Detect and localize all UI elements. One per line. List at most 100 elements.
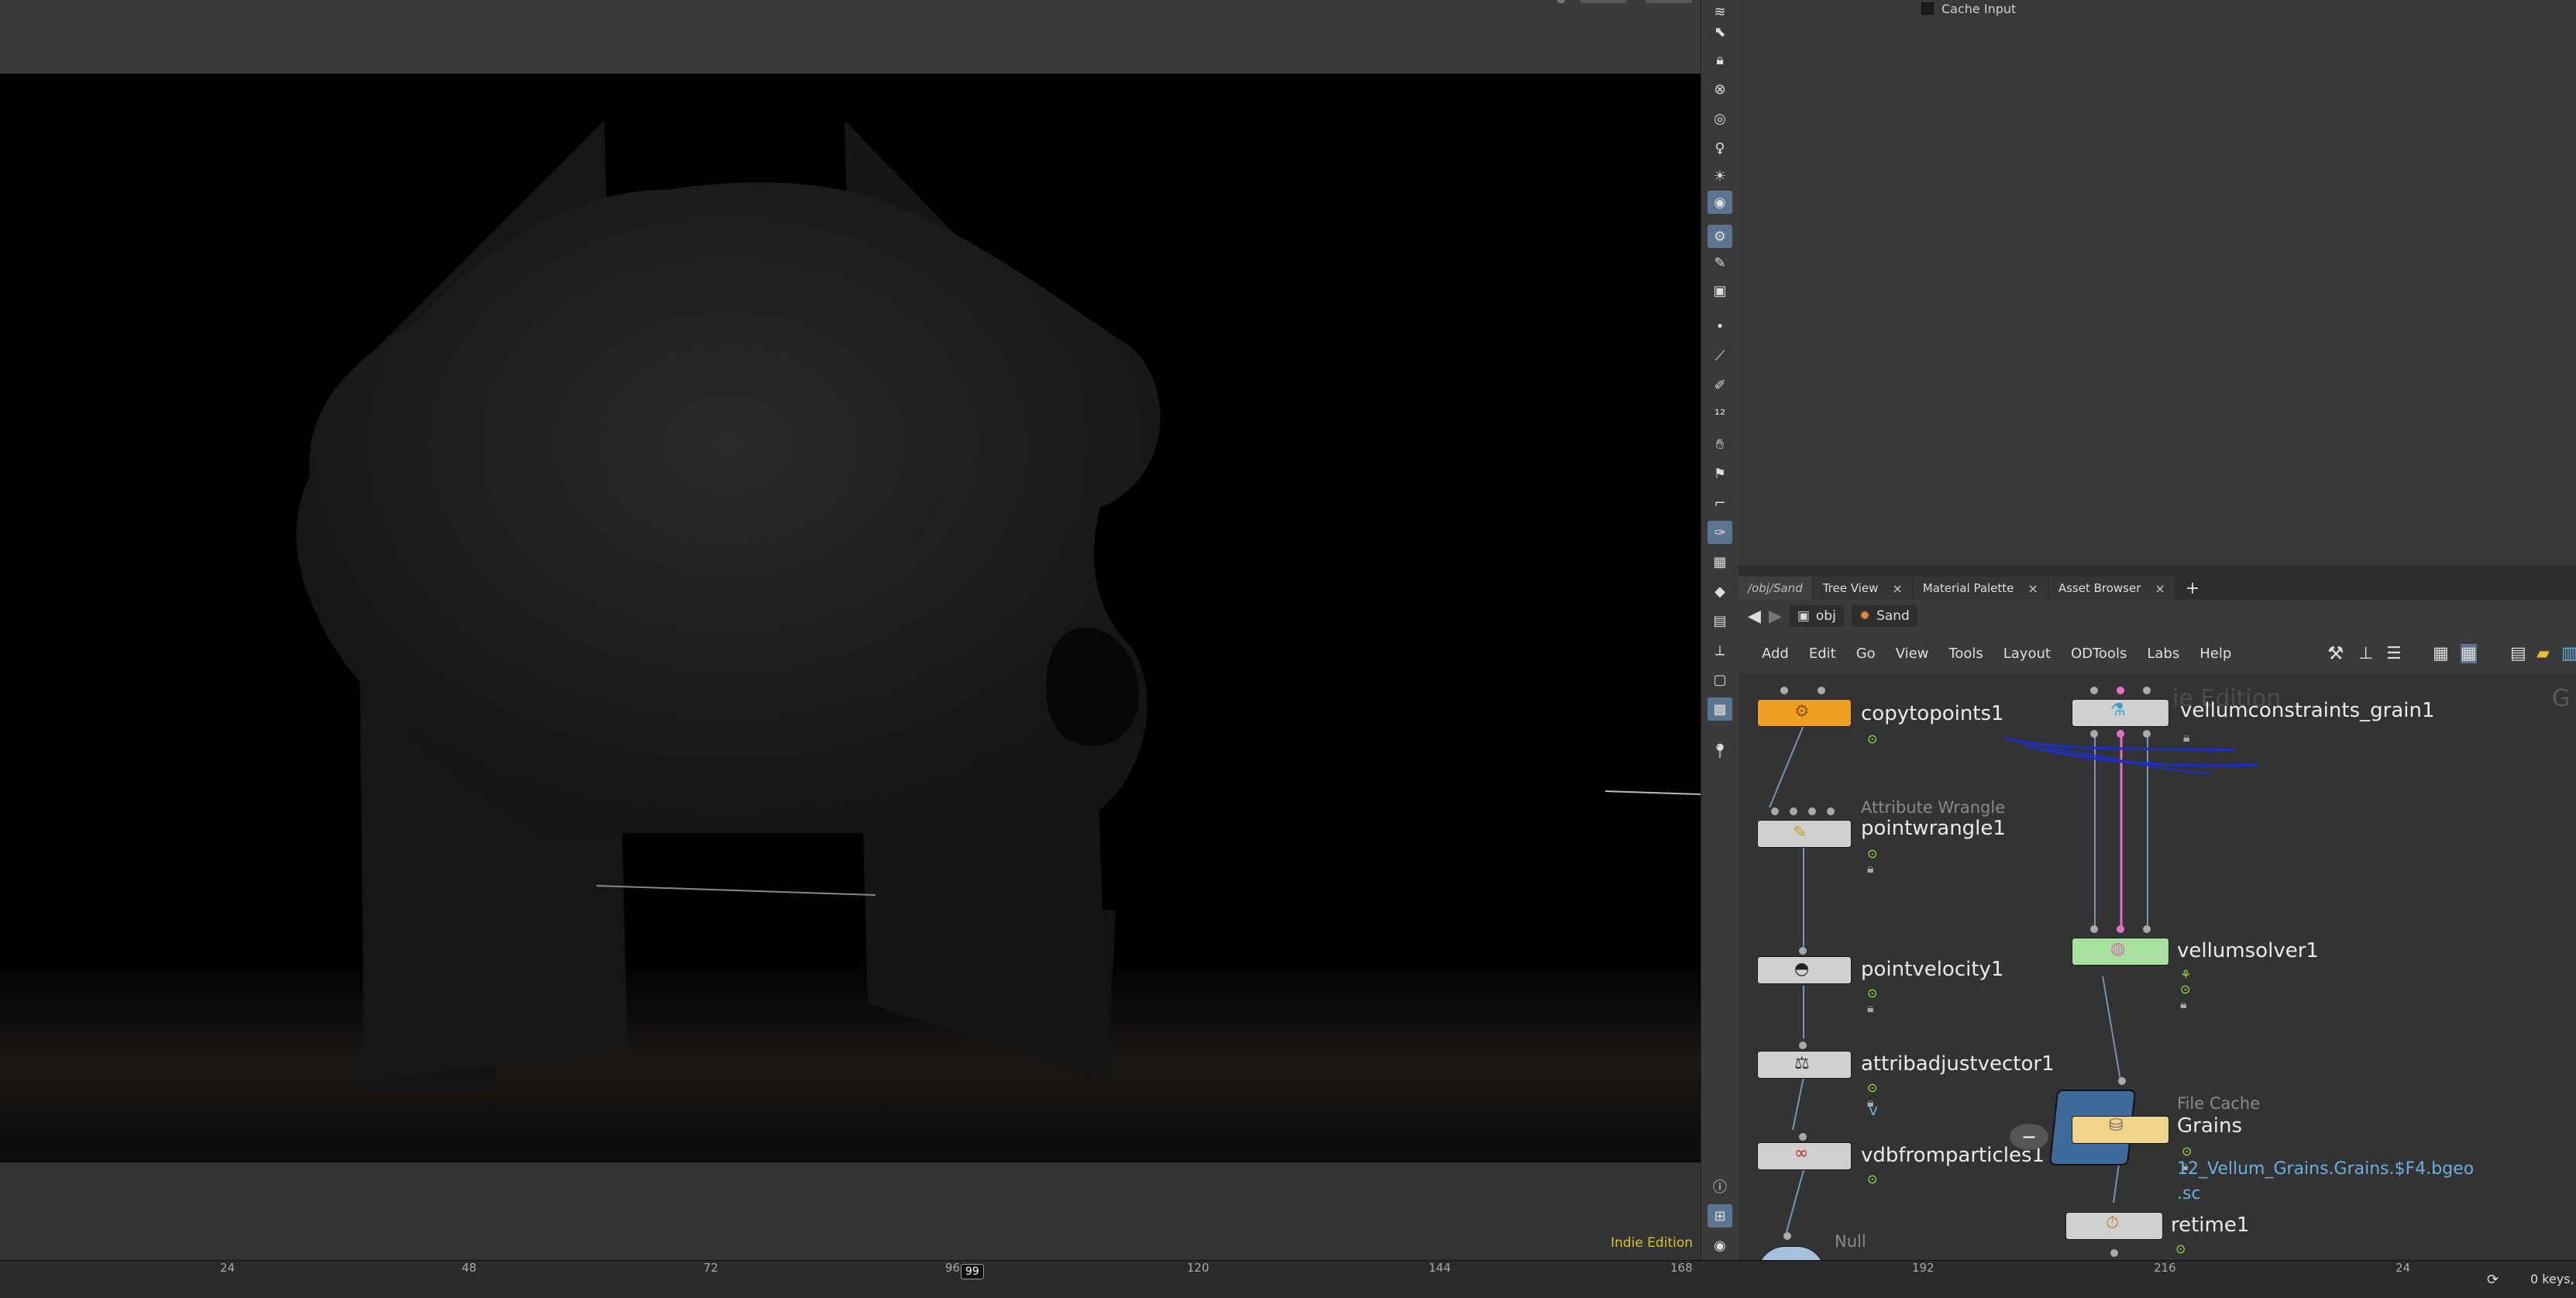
close-icon[interactable]: × (2027, 581, 2038, 596)
viewport-handle-icon[interactable] (1557, 0, 1565, 3)
timeline-tick: 24 (2395, 1261, 2411, 1275)
sphere-icon[interactable]: ◎ (1708, 107, 1732, 130)
timeline[interactable]: 24 48 72 96 120 144 168 192 216 24 99 ⟳ … (0, 1260, 2576, 1298)
ghost-icon[interactable]: ⊗ (1708, 77, 1732, 101)
tab-network[interactable]: /obj/Sand (1739, 577, 1812, 600)
cache-icon: ⛁ (2109, 1116, 2124, 1135)
paint-icon[interactable]: ✑ (1708, 521, 1732, 544)
menu-odtools[interactable]: ODTools (2071, 646, 2127, 662)
menu-tools[interactable]: Tools (1948, 646, 1983, 662)
tab-label: Material Palette (1922, 581, 2014, 595)
point-icon[interactable]: • (1708, 315, 1732, 338)
cache-input-checkbox[interactable] (1921, 2, 1934, 15)
tab-material-palette[interactable]: Material Palette × (1913, 577, 2048, 600)
indie-edition-label: Indie Edition (1611, 1235, 1693, 1251)
breadcrumb-sand-label: Sand (1876, 608, 1910, 624)
wrench-icon[interactable]: ⚒ (2327, 642, 2344, 664)
close-icon[interactable]: × (1892, 581, 1902, 596)
frame-icon[interactable]: ▢ (1708, 668, 1732, 691)
pin-icon[interactable]: 📍︎ (1708, 739, 1732, 763)
pane-divider[interactable] (1739, 566, 2576, 572)
path-bar: ◀ ▶ ▣ obj ✹ Sand (1739, 600, 2576, 632)
tab-label: Asset Browser (2058, 581, 2141, 595)
retime-name: retime1 (2171, 1214, 2250, 1237)
velocity-icon: ◓ (1794, 959, 1810, 979)
timeline-tick: 168 (1670, 1261, 1693, 1275)
tab-label: Tree View (1822, 581, 1879, 595)
quad-view-icon[interactable]: ⊞ (1708, 1204, 1732, 1227)
flag-icon: ⚘ ⊙ 🔒︎ (2180, 967, 2192, 1011)
solver-icon: ◍ (2110, 939, 2126, 959)
current-frame-marker[interactable]: 99 (961, 1264, 984, 1279)
menu-add[interactable]: Add (1762, 646, 1789, 662)
brush-icon[interactable]: ✎ (1708, 251, 1732, 274)
network-editor[interactable]: ie Edition G ⚙ copytopoints1 ⊙ ✎ Attribu… (1739, 674, 2576, 1260)
filecache-type: File Cache (2177, 1094, 2261, 1113)
timeline-tick: 216 (2154, 1261, 2176, 1275)
menu-help[interactable]: Help (2199, 646, 2231, 662)
filecache-path-ext: .sc (2177, 1184, 2201, 1203)
pane-icon[interactable]: ▥ (2561, 644, 2576, 663)
eye-icon[interactable]: ◉ (1708, 1234, 1732, 1257)
grid-active-icon[interactable]: ▦ (2461, 643, 2477, 663)
note-icon[interactable]: ▰ (2536, 644, 2550, 663)
refresh-icon[interactable]: ⟳ (2487, 1272, 2499, 1288)
checker-icon[interactable]: ▦ (1708, 550, 1732, 573)
flag-icon: ⊙ (1867, 1172, 1878, 1186)
select-icon[interactable]: ⬉ (1708, 20, 1732, 43)
attribadjust-comment: v (1869, 1100, 1878, 1119)
collapse-icon[interactable]: − (2010, 1124, 2048, 1150)
breadcrumb-sand[interactable]: ✹ Sand (1851, 605, 1917, 627)
menu-edit[interactable]: Edit (1809, 646, 1836, 662)
viewport-button-b[interactable] (1646, 0, 1692, 3)
light-icon[interactable]: ☀ (1708, 164, 1732, 188)
camera-icon[interactable]: ▣ (1708, 279, 1732, 302)
snap-icon[interactable]: ◉ (1708, 191, 1732, 214)
grid-icon[interactable]: ▦ (2433, 644, 2449, 663)
pointvelocity-name: pointvelocity1 (1861, 958, 2004, 981)
diamond-icon[interactable]: ◆ (1708, 580, 1732, 603)
hand-icon[interactable]: ✋︎ (1708, 432, 1732, 456)
adjust-icon: ⚖ (1794, 1054, 1810, 1073)
pane-tabs: /obj/Sand Tree View × Material Palette × A… (1739, 572, 2576, 601)
panel-icon[interactable]: ▤ (2510, 644, 2526, 663)
edge-icon[interactable]: ⟋ (1708, 344, 1732, 367)
tab-asset-browser[interactable]: Asset Browser × (2048, 577, 2175, 600)
keys-label: 0 keys, (2530, 1272, 2574, 1286)
light-bulb-icon[interactable]: ♀ (1708, 136, 1732, 160)
tree-icon[interactable]: ⊥ (2358, 644, 2373, 663)
breadcrumb-obj[interactable]: ▣ obj (1789, 605, 1844, 627)
timeline-tick: 120 (1187, 1261, 1209, 1275)
vdb-icon: ∞ (1794, 1144, 1809, 1163)
numbers-icon[interactable]: ¹² (1708, 403, 1732, 426)
split-icon[interactable]: ⟂ (1708, 639, 1732, 662)
image-icon[interactable]: ▤ (1708, 609, 1732, 632)
info-icon[interactable]: ⓘ (1708, 1175, 1732, 1198)
close-icon[interactable]: × (2155, 581, 2165, 596)
scene-viewport[interactable] (0, 74, 1701, 1162)
forward-arrow-icon[interactable]: ▶ (1769, 607, 1782, 626)
vector-icon[interactable]: ⚙ (1708, 225, 1732, 248)
menu-labs[interactable]: Labs (2147, 646, 2179, 662)
null-type: Null (1835, 1232, 1866, 1251)
viewport-bottom-area: Indie Edition (0, 1162, 1701, 1260)
lock-icon: 🔒︎ (2183, 730, 2190, 745)
menu-go[interactable]: Go (1856, 646, 1876, 662)
list-icon[interactable]: ☰ (2386, 644, 2402, 663)
flag-icon[interactable]: ⚑ (1708, 462, 1732, 485)
wrangle-icon: ✎ (1793, 823, 1807, 842)
cache-input-label: Cache Input (1941, 1, 2017, 16)
background-icon[interactable]: ▩ (1708, 697, 1732, 721)
pen-icon[interactable]: ✐ (1708, 374, 1732, 397)
viewport-button-a[interactable] (1580, 0, 1627, 3)
network-menu-bar: Add Edit Go View Tools Layout ODTools La… (1739, 632, 2576, 674)
tab-tree-view[interactable]: Tree View × (1813, 577, 1912, 600)
lock-icon[interactable]: 🔒︎ (1708, 48, 1732, 71)
back-arrow-icon[interactable]: ◀ (1748, 607, 1761, 626)
timeline-tick: 72 (703, 1261, 719, 1275)
cache-input-row[interactable]: Cache Input (1921, 0, 2016, 17)
corner-icon[interactable]: ⌐ (1708, 491, 1732, 515)
add-tab-button[interactable]: + (2176, 577, 2209, 600)
menu-view[interactable]: View (1896, 646, 1929, 662)
menu-layout[interactable]: Layout (2003, 646, 2051, 662)
